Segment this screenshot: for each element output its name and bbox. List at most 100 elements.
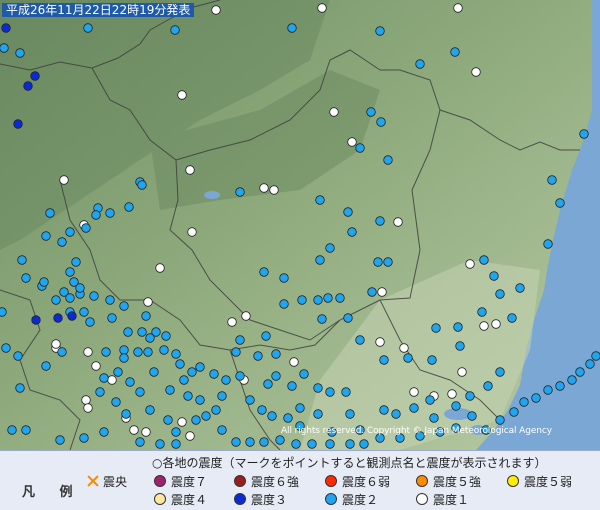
station-shindo1-marker[interactable] [447, 389, 457, 399]
station-shindo1-marker[interactable] [453, 3, 463, 13]
station-shindo2-marker[interactable] [209, 369, 219, 379]
station-shindo2-marker[interactable] [217, 425, 227, 435]
station-shindo2-marker[interactable] [425, 395, 435, 405]
station-shindo2-marker[interactable] [51, 295, 61, 305]
station-shindo2-marker[interactable] [313, 383, 323, 393]
station-shindo2-marker[interactable] [259, 437, 269, 447]
station-shindo2-marker[interactable] [101, 347, 111, 357]
station-shindo2-marker[interactable] [291, 439, 301, 449]
station-shindo2-marker[interactable] [171, 349, 181, 359]
station-shindo2-marker[interactable] [187, 367, 197, 377]
station-shindo2-marker[interactable] [170, 25, 180, 35]
station-shindo2-marker[interactable] [221, 375, 231, 385]
station-shindo2-marker[interactable] [179, 375, 189, 385]
station-shindo2-marker[interactable] [231, 437, 241, 447]
station-shindo2-marker[interactable] [137, 180, 147, 190]
station-shindo2-marker[interactable] [79, 307, 89, 317]
station-shindo2-marker[interactable] [235, 335, 245, 345]
station-shindo2-marker[interactable] [261, 331, 271, 341]
station-shindo2-marker[interactable] [313, 409, 323, 419]
station-shindo2-marker[interactable] [579, 129, 589, 139]
station-shindo1-marker[interactable] [187, 227, 197, 237]
station-shindo2-marker[interactable] [479, 255, 489, 265]
station-shindo2-marker[interactable] [543, 385, 553, 395]
station-shindo2-marker[interactable] [105, 208, 115, 218]
station-shindo2-marker[interactable] [315, 255, 325, 265]
station-shindo2-marker[interactable] [429, 413, 439, 423]
station-shindo1-marker[interactable] [377, 287, 387, 297]
station-shindo2-marker[interactable] [343, 313, 353, 323]
station-shindo2-marker[interactable] [373, 257, 383, 267]
station-shindo2-marker[interactable] [275, 435, 285, 445]
station-shindo1-marker[interactable] [491, 319, 501, 329]
station-shindo2-marker[interactable] [217, 391, 227, 401]
station-shindo1-marker[interactable] [227, 317, 237, 327]
station-shindo1-marker[interactable] [185, 165, 195, 175]
station-shindo2-marker[interactable] [489, 271, 499, 281]
station-shindo2-marker[interactable] [366, 107, 376, 117]
station-shindo2-marker[interactable] [83, 23, 93, 33]
station-shindo2-marker[interactable] [91, 210, 101, 220]
station-shindo2-marker[interactable] [367, 287, 377, 297]
station-shindo2-marker[interactable] [125, 377, 135, 387]
station-shindo3-marker[interactable] [30, 71, 40, 81]
station-shindo2-marker[interactable] [145, 333, 155, 343]
station-shindo2-marker[interactable] [121, 409, 131, 419]
station-shindo2-marker[interactable] [163, 415, 173, 425]
station-shindo2-marker[interactable] [123, 327, 133, 337]
station-shindo2-marker[interactable] [99, 427, 109, 437]
station-shindo2-marker[interactable] [409, 403, 419, 413]
station-shindo2-marker[interactable] [283, 413, 293, 423]
station-shindo2-marker[interactable] [451, 401, 461, 411]
station-shindo2-marker[interactable] [295, 403, 305, 413]
station-shindo1-marker[interactable] [177, 90, 187, 100]
station-shindo2-marker[interactable] [325, 439, 335, 449]
station-shindo2-marker[interactable] [531, 393, 541, 403]
station-shindo2-marker[interactable] [55, 435, 65, 445]
station-shindo2-marker[interactable] [467, 411, 477, 421]
station-shindo2-marker[interactable] [81, 223, 91, 233]
station-shindo1-marker[interactable] [81, 395, 91, 405]
station-shindo2-marker[interactable] [279, 299, 289, 309]
station-shindo2-marker[interactable] [95, 387, 105, 397]
station-shindo2-marker[interactable] [376, 117, 386, 127]
station-shindo2-marker[interactable] [1, 343, 11, 353]
station-shindo2-marker[interactable] [75, 283, 85, 293]
station-shindo2-marker[interactable] [375, 216, 385, 226]
station-shindo2-marker[interactable] [345, 409, 355, 419]
station-shindo2-marker[interactable] [307, 439, 317, 449]
station-shindo2-marker[interactable] [135, 437, 145, 447]
station-shindo2-marker[interactable] [183, 391, 193, 401]
station-shindo2-marker[interactable] [124, 202, 134, 212]
station-shindo2-marker[interactable] [135, 387, 145, 397]
station-shindo2-marker[interactable] [105, 295, 115, 305]
station-shindo2-marker[interactable] [79, 433, 89, 443]
station-shindo1-marker[interactable] [177, 417, 187, 427]
station-shindo2-marker[interactable] [495, 289, 505, 299]
station-shindo2-marker[interactable] [375, 26, 385, 36]
station-shindo2-marker[interactable] [133, 347, 143, 357]
station-shindo2-marker[interactable] [343, 207, 353, 217]
station-shindo2-marker[interactable] [431, 323, 441, 333]
station-shindo2-marker[interactable] [45, 208, 55, 218]
station-shindo2-marker[interactable] [347, 227, 357, 237]
station-shindo1-marker[interactable] [269, 185, 279, 195]
station-shindo2-marker[interactable] [543, 239, 553, 249]
station-shindo2-marker[interactable] [317, 314, 327, 324]
station-shindo2-marker[interactable] [575, 367, 585, 377]
station-shindo2-marker[interactable] [263, 379, 273, 389]
station-shindo2-marker[interactable] [13, 351, 23, 361]
station-shindo2-marker[interactable] [257, 405, 267, 415]
station-shindo1-marker[interactable] [375, 337, 385, 347]
station-shindo2-marker[interactable] [341, 387, 351, 397]
station-shindo2-marker[interactable] [195, 362, 205, 372]
station-shindo2-marker[interactable] [519, 397, 529, 407]
station-shindo2-marker[interactable] [279, 273, 289, 283]
station-shindo2-marker[interactable] [287, 23, 297, 33]
station-shindo2-marker[interactable] [259, 267, 269, 277]
station-shindo2-marker[interactable] [323, 293, 333, 303]
station-shindo1-marker[interactable] [259, 183, 269, 193]
station-shindo2-marker[interactable] [0, 307, 7, 317]
station-shindo2-marker[interactable] [495, 415, 505, 425]
station-shindo2-marker[interactable] [253, 351, 263, 361]
